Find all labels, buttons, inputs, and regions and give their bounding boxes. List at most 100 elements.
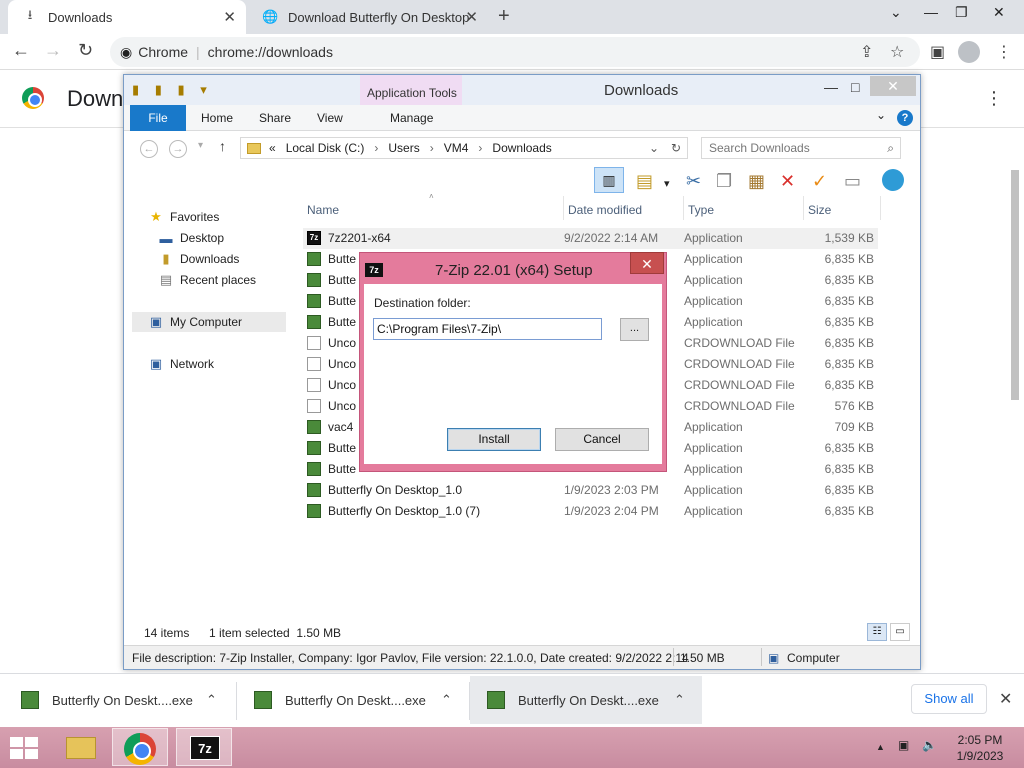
share-icon[interactable]: ⇪ — [860, 42, 873, 62]
reload-icon[interactable]: ↻ — [78, 40, 93, 61]
close-icon[interactable]: ✕ — [870, 76, 916, 96]
show-all-button[interactable]: Show all — [911, 684, 987, 714]
taskbar-clock[interactable]: 2:05 PM 1/9/2023 — [952, 732, 1008, 764]
restore-icon[interactable]: ❐ — [955, 4, 968, 21]
download-item[interactable]: Butterfly On Deskt....exe ⌃ — [0, 676, 236, 724]
column-header-date[interactable]: Date modified — [568, 200, 642, 224]
nav-network[interactable]: ▣ Network — [148, 354, 214, 374]
column-divider[interactable] — [683, 196, 684, 220]
address-dropdown-icon[interactable]: ⌄ — [649, 141, 659, 155]
minimize-icon[interactable]: — — [824, 79, 838, 95]
taskbar-7zip[interactable]: 7z — [176, 728, 232, 766]
quick-access-toolbar-icon[interactable]: ▮ ▮ ▮ ▾ — [132, 82, 213, 98]
page-scrollbar[interactable] — [1008, 170, 1022, 670]
breadcrumb-prefix[interactable]: « — [269, 141, 276, 155]
exe-file-icon — [307, 462, 321, 476]
cancel-button[interactable]: Cancel — [555, 428, 649, 451]
destination-folder-input[interactable]: C:\Program Files\7-Zip\ — [373, 318, 602, 340]
rename-icon[interactable]: ▭ — [844, 171, 861, 192]
column-divider[interactable] — [563, 196, 564, 220]
chevron-up-icon[interactable]: ⌃ — [441, 692, 452, 708]
tab-download-butterfly[interactable]: 🌐 Download Butterfly On Desktop ✕ — [248, 0, 488, 34]
forward-icon[interactable]: → — [44, 40, 62, 61]
search-input[interactable]: Search Downloads ⌕ — [701, 137, 901, 159]
chrome-site-icon: ◉ — [120, 43, 133, 60]
minimize-icon[interactable]: — — [924, 4, 938, 20]
help-icon[interactable]: ? — [897, 110, 913, 126]
paste-icon[interactable]: ▦ — [748, 171, 765, 192]
nav-recent-places[interactable]: ▤ Recent places — [158, 270, 256, 290]
details-view-icon[interactable]: ☷ — [867, 623, 887, 641]
side-panel-icon[interactable]: ▣ — [930, 42, 945, 62]
breadcrumb-local-disk[interactable]: Local Disk (C:) — [286, 141, 365, 155]
expand-ribbon-icon[interactable]: ⌄ — [876, 108, 886, 122]
close-shelf-icon[interactable]: ✕ — [999, 689, 1012, 709]
breadcrumb-downloads[interactable]: Downloads — [492, 141, 551, 155]
column-header-type[interactable]: Type — [688, 200, 714, 224]
taskbar-chrome[interactable] — [112, 728, 168, 766]
download-item[interactable]: Butterfly On Deskt....exe ⌃ — [237, 676, 469, 724]
refresh-icon[interactable]: ↻ — [671, 141, 681, 155]
column-header-size[interactable]: Size — [808, 200, 831, 224]
tab-share[interactable]: Share — [259, 111, 291, 125]
forward-icon[interactable]: → — [169, 140, 187, 158]
tab-downloads[interactable]: ⭳ Downloads ✕ — [8, 0, 246, 34]
nav-favorites[interactable]: ★ Favorites — [148, 207, 219, 227]
up-icon[interactable]: ↑ — [219, 138, 226, 154]
globe-icon[interactable] — [882, 169, 904, 191]
more-actions-icon[interactable]: ⋮ — [985, 88, 1003, 109]
recent-locations-icon[interactable]: ▾ — [198, 140, 203, 151]
breadcrumb-chevron-icon[interactable]: › — [478, 141, 482, 155]
properties-icon[interactable]: ▤ — [636, 171, 653, 192]
close-tab-icon[interactable]: ✕ — [465, 8, 478, 26]
chevron-up-icon[interactable]: ⌃ — [674, 692, 685, 708]
cut-icon[interactable]: ✂ — [686, 171, 701, 192]
tab-manage[interactable]: Manage — [390, 111, 433, 125]
file-row[interactable]: 7z 7z2201-x64 9/2/2022 2:14 AM Application 1… — [303, 228, 878, 249]
properties-dropdown-icon[interactable]: ▾ — [664, 177, 670, 190]
large-icons-view-icon[interactable]: ▭ — [890, 623, 910, 641]
maximize-icon[interactable]: □ — [851, 79, 859, 95]
copy-icon[interactable]: ❐ — [716, 171, 732, 192]
file-row[interactable]: Butterfly On Desktop_1.0 (7) 1/9/2023 2:0… — [303, 501, 878, 522]
menu-icon[interactable]: ⋮ — [996, 42, 1012, 62]
windows-start-icon[interactable] — [10, 737, 38, 759]
rename-check-icon[interactable]: ✓ — [812, 171, 827, 192]
back-icon[interactable]: ← — [140, 140, 158, 158]
chevron-up-icon[interactable]: ⌃ — [206, 692, 217, 708]
tab-file[interactable]: File — [130, 105, 186, 131]
new-tab-icon[interactable]: + — [498, 5, 510, 28]
address-bar[interactable]: ◉ Chrome | chrome://downloads — [110, 37, 920, 67]
network-tray-icon[interactable]: ▣ — [898, 738, 909, 752]
nav-downloads[interactable]: ▮ Downloads — [158, 249, 239, 269]
address-field[interactable]: « Local Disk (C:) › Users › VM4 › Downlo… — [240, 137, 688, 159]
dialog-close-icon[interactable]: ✕ — [630, 252, 664, 274]
file-row[interactable]: Butterfly On Desktop_1.0 1/9/2023 2:03 PM… — [303, 480, 878, 501]
breadcrumb-users[interactable]: Users — [388, 141, 419, 155]
nav-my-computer[interactable]: ▣ My Computer — [132, 312, 286, 332]
tab-view[interactable]: View — [317, 111, 343, 125]
tab-search-icon[interactable]: ⌄ — [890, 4, 902, 21]
column-header-name[interactable]: Name — [307, 200, 339, 224]
download-item[interactable]: Butterfly On Deskt....exe ⌃ — [470, 676, 702, 724]
delete-icon[interactable]: ✕ — [780, 171, 795, 192]
profile-avatar[interactable] — [958, 41, 980, 63]
bookmark-star-icon[interactable]: ☆ — [890, 42, 904, 62]
browse-button[interactable]: ... — [620, 318, 649, 341]
column-divider[interactable] — [880, 196, 881, 220]
tab-home[interactable]: Home — [201, 111, 233, 125]
volume-icon[interactable]: 🔈 — [922, 738, 937, 752]
breadcrumb-vm4[interactable]: VM4 — [444, 141, 469, 155]
scrollbar-thumb[interactable] — [1011, 170, 1019, 400]
back-icon[interactable]: ← — [12, 40, 30, 61]
close-window-icon[interactable]: ✕ — [993, 4, 1005, 21]
close-tab-icon[interactable]: ✕ — [223, 8, 236, 26]
nav-desktop[interactable]: ▬ Desktop — [158, 228, 225, 248]
install-button[interactable]: Install — [447, 428, 541, 451]
taskbar-file-explorer[interactable] — [52, 728, 108, 766]
preview-pane-icon[interactable]: ▥ — [594, 167, 624, 193]
breadcrumb-chevron-icon[interactable]: › — [374, 141, 378, 155]
breadcrumb-chevron-icon[interactable]: › — [430, 141, 434, 155]
column-divider[interactable] — [803, 196, 804, 220]
show-hidden-icons-icon[interactable]: ▲ — [876, 742, 885, 752]
